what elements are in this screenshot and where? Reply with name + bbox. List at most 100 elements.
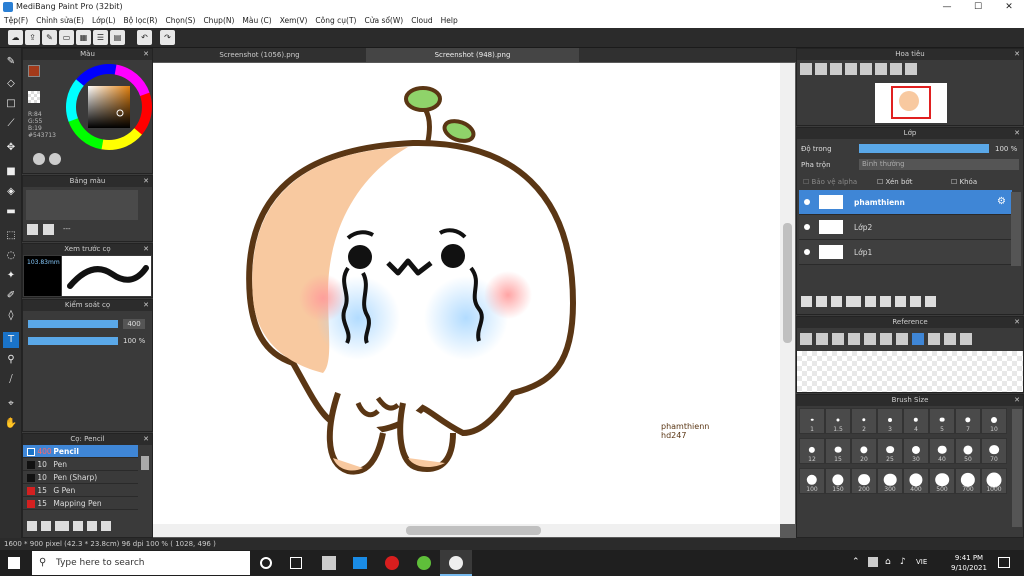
line-tool-icon[interactable]: ⟋ (3, 116, 19, 132)
language-indicator[interactable]: VIE (916, 558, 927, 566)
tab-screenshot-1056[interactable]: Screenshot (1056).png (153, 48, 366, 62)
add-reference-icon[interactable] (800, 333, 812, 345)
layer-list-scrollbar[interactable] (1011, 192, 1021, 266)
select-tool-icon[interactable]: ⬚ (3, 228, 19, 244)
select-pen-icon[interactable]: ✐ (3, 288, 19, 304)
folder-icon[interactable] (880, 296, 891, 307)
divide-tool-icon[interactable]: ⧸ (3, 372, 19, 388)
magic-wand-icon[interactable]: ✦ (3, 268, 19, 284)
move-tool-icon[interactable]: ✥ (3, 140, 19, 156)
ref-hand-icon[interactable] (912, 333, 924, 345)
brush-opacity-field[interactable]: 100 % (123, 336, 149, 346)
clipping-checkbox[interactable]: ☐ Xén bớt (877, 178, 912, 186)
menu-filter[interactable]: Bộ lọc(R) (120, 14, 162, 28)
brush-size-option[interactable]: 100 (799, 468, 825, 494)
brush-item-pen-sharp[interactable]: 10 Pen (Sharp) (23, 471, 138, 484)
menu-window[interactable]: Cửa sổ(W) (360, 14, 407, 28)
menu-view[interactable]: Xem(V) (276, 14, 312, 28)
layer-opacity-slider[interactable] (859, 144, 989, 153)
brush-size-option[interactable]: 12 (799, 438, 825, 464)
new-halftone-layer-icon[interactable] (816, 296, 827, 307)
new-palette-icon[interactable] (27, 224, 38, 235)
brush-size-option[interactable]: 150 (825, 468, 851, 494)
navigator-thumbnail[interactable] (875, 83, 947, 123)
hand-tool-icon[interactable]: ✋ (3, 416, 19, 432)
store-icon[interactable] (322, 556, 336, 570)
layer-row-lop2[interactable]: Lớp2 (799, 215, 1012, 240)
menu-edit[interactable]: Chỉnh sửa(E) (32, 14, 88, 28)
reset-view-icon[interactable] (905, 63, 917, 75)
vertical-scrollbar[interactable] (780, 63, 795, 524)
menu-help[interactable]: Help (437, 14, 462, 28)
brush-size-option[interactable]: 300 (877, 468, 903, 494)
brush-size-option[interactable]: 70 (981, 438, 1007, 464)
panel-close-icon[interactable]: ✕ (1014, 49, 1020, 60)
brush-size-option[interactable]: 400 (903, 468, 929, 494)
brush-size-option[interactable]: 1000 (981, 468, 1007, 494)
menu-file[interactable]: Tệp(F) (0, 14, 32, 28)
layer-properties-icon[interactable] (910, 296, 921, 307)
brush-size-scrollbar[interactable] (1012, 409, 1022, 527)
panel-close-icon[interactable]: ✕ (143, 244, 149, 255)
actual-size-icon[interactable] (845, 63, 857, 75)
panel-close-icon[interactable]: ✕ (1014, 317, 1020, 328)
brush-size-slider[interactable] (28, 320, 118, 328)
ref-fit-icon[interactable] (864, 333, 876, 345)
volume-icon[interactable]: ♪ (900, 557, 906, 567)
flip-icon[interactable] (890, 63, 902, 75)
panel-close-icon[interactable]: ✕ (143, 300, 149, 311)
minimize-button[interactable]: — (932, 0, 962, 14)
layer-row-phamthienn[interactable]: phamthienn ⚙ (799, 190, 1012, 215)
layer-row-lop1[interactable]: Lớp1 (799, 240, 1012, 265)
text-tool-icon[interactable]: T (3, 332, 19, 348)
app-icon-green[interactable] (417, 556, 431, 570)
task-view-icon[interactable] (290, 557, 302, 569)
brush-size-option[interactable]: 500 (929, 468, 955, 494)
comment-icon[interactable]: ✎ (42, 30, 57, 45)
brush-size-option[interactable]: 1 (799, 408, 825, 434)
cortana-icon[interactable] (260, 557, 272, 569)
shape-tool-icon[interactable]: □ (3, 96, 19, 112)
horizontal-scroll-thumb[interactable] (406, 526, 541, 535)
tray-chevron-icon[interactable]: ⌃ (852, 557, 860, 567)
ref-zoom-in-icon[interactable] (848, 333, 860, 345)
vertical-scroll-thumb[interactable] (783, 223, 792, 343)
brush-opacity-slider[interactable] (28, 337, 118, 345)
maximize-button[interactable]: ☐ (963, 0, 993, 14)
undo-icon[interactable]: ↶ (137, 30, 152, 45)
new-8bit-layer-icon[interactable] (831, 296, 842, 307)
eraser-tool-icon[interactable]: ◇ (3, 76, 19, 92)
taskbar-search-box[interactable]: ⚲ Type here to search (32, 551, 250, 575)
menu-cloud[interactable]: Cloud (407, 14, 436, 28)
duplicate-layer-icon[interactable] (865, 296, 876, 307)
rect-tool-icon[interactable]: ■ (3, 164, 19, 180)
color-wheel[interactable] (65, 63, 153, 151)
menu-snap[interactable]: Chụp(N) (199, 14, 238, 28)
brush-size-option[interactable]: 2 (851, 408, 877, 434)
delete-layer-icon[interactable] (925, 296, 936, 307)
brush-size-option[interactable]: 200 (851, 468, 877, 494)
brush-item-pen[interactable]: 10 Pen (23, 458, 138, 471)
cloud-icon[interactable]: ☁ (8, 30, 23, 45)
delete-palette-icon[interactable] (43, 224, 54, 235)
visibility-icon[interactable] (804, 224, 810, 230)
zoom-in-icon[interactable] (800, 63, 812, 75)
mail-icon[interactable] (353, 557, 367, 569)
panel-close-icon[interactable]: ✕ (143, 49, 149, 60)
ref-rotate-left-icon[interactable] (928, 333, 940, 345)
drawing-canvas[interactable]: phamthienn hd247 (153, 63, 780, 524)
brush-size-option[interactable]: 4 (903, 408, 929, 434)
brush-size-option[interactable]: 3 (877, 408, 903, 434)
brush-size-option[interactable]: 10 (981, 408, 1007, 434)
menu-select[interactable]: Chọn(S) (161, 14, 199, 28)
menu-tools[interactable]: Công cụ(T) (311, 14, 360, 28)
panel-close-icon[interactable]: ✕ (143, 434, 149, 445)
notification-icon[interactable] (998, 557, 1010, 568)
brush-size-option[interactable]: 700 (955, 468, 981, 494)
brush-item-mapping-pen[interactable]: 15 Mapping Pen (23, 497, 138, 510)
network-icon[interactable]: ⌂ (885, 557, 891, 567)
gradient-tool-icon[interactable]: ▬ (3, 204, 19, 220)
brush-size-option[interactable]: 30 (903, 438, 929, 464)
layer-menu-icon[interactable] (846, 296, 861, 307)
rotate-right-icon[interactable] (875, 63, 887, 75)
